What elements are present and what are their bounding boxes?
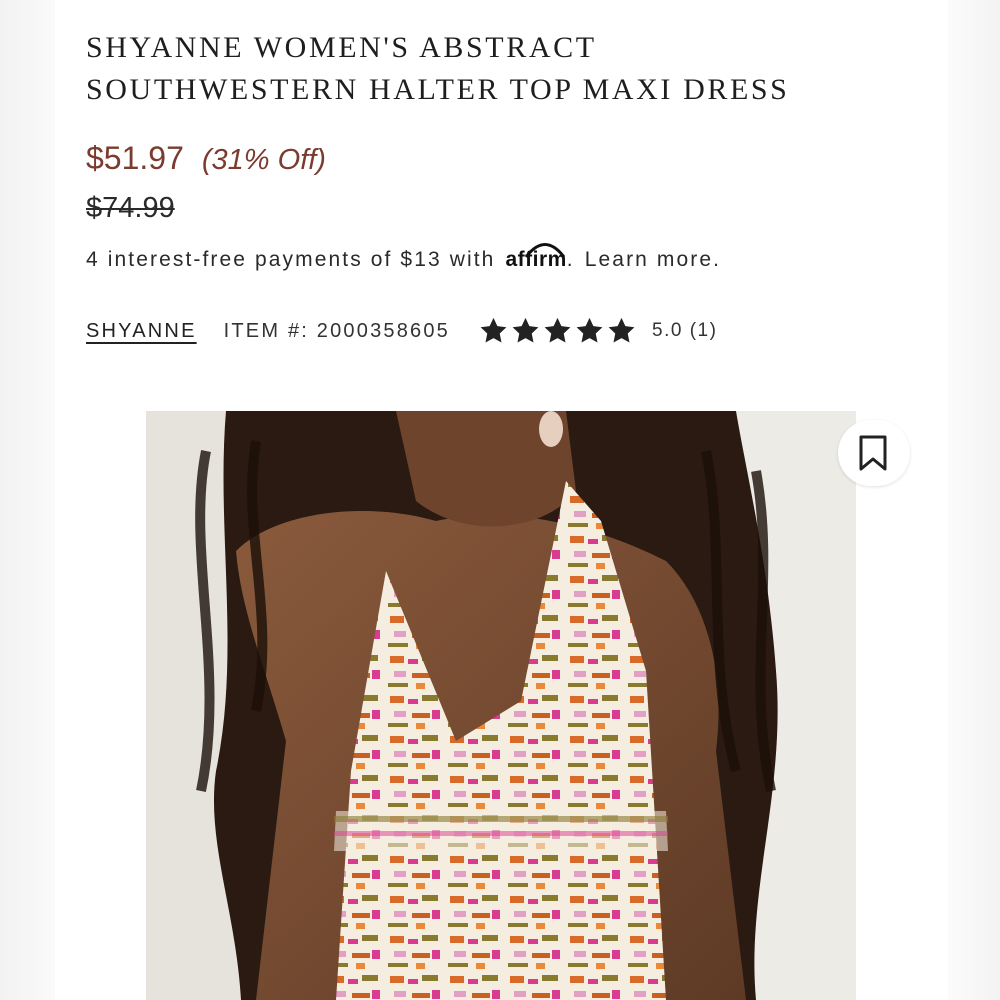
bookmark-icon: [859, 435, 887, 471]
star-icon: [512, 317, 539, 343]
affirm-logo: affirm: [505, 243, 566, 272]
star-rating[interactable]: [478, 316, 637, 346]
financing-suffix: .: [566, 248, 575, 271]
star-icon: [576, 317, 603, 343]
model-photo-illustration: [146, 411, 856, 1000]
product-meta-row: SHYANNE ITEM #: 2000358605 5.0 (1): [86, 316, 717, 346]
sale-price: $51.97: [86, 140, 184, 176]
product-title-line1: SHYANNE WOMEN'S ABSTRACT: [86, 31, 597, 64]
product-title-line2: SOUTHWESTERN HALTER TOP MAXI DRESS: [86, 73, 790, 106]
left-margin: [0, 0, 55, 1000]
affirm-arc-icon: [525, 243, 566, 258]
item-number: ITEM #: 2000358605: [223, 319, 451, 342]
financing-text: 4 interest-free payments of $13 with: [86, 248, 496, 271]
price-row: $51.97 (31% Off): [86, 140, 326, 184]
right-margin: [948, 0, 1000, 1000]
product-page: SHYANNE WOMEN'S ABSTRACT SOUTHWESTERN HA…: [55, 0, 948, 1000]
discount-label: (31% Off): [201, 144, 326, 176]
product-image[interactable]: [146, 411, 856, 1000]
save-to-wishlist-button[interactable]: [838, 420, 910, 486]
learn-more-link[interactable]: Learn more.: [585, 248, 721, 272]
star-icon: [544, 317, 571, 343]
original-price: $74.99: [86, 192, 175, 224]
brand-link[interactable]: SHYANNE: [86, 320, 197, 343]
star-icon: [480, 317, 507, 343]
rating-text[interactable]: 5.0 (1): [652, 320, 717, 342]
product-title: SHYANNE WOMEN'S ABSTRACT SOUTHWESTERN HA…: [86, 27, 906, 111]
affirm-financing: 4 interest-free payments of $13 with aff…: [86, 243, 721, 272]
star-icon: [608, 317, 635, 343]
